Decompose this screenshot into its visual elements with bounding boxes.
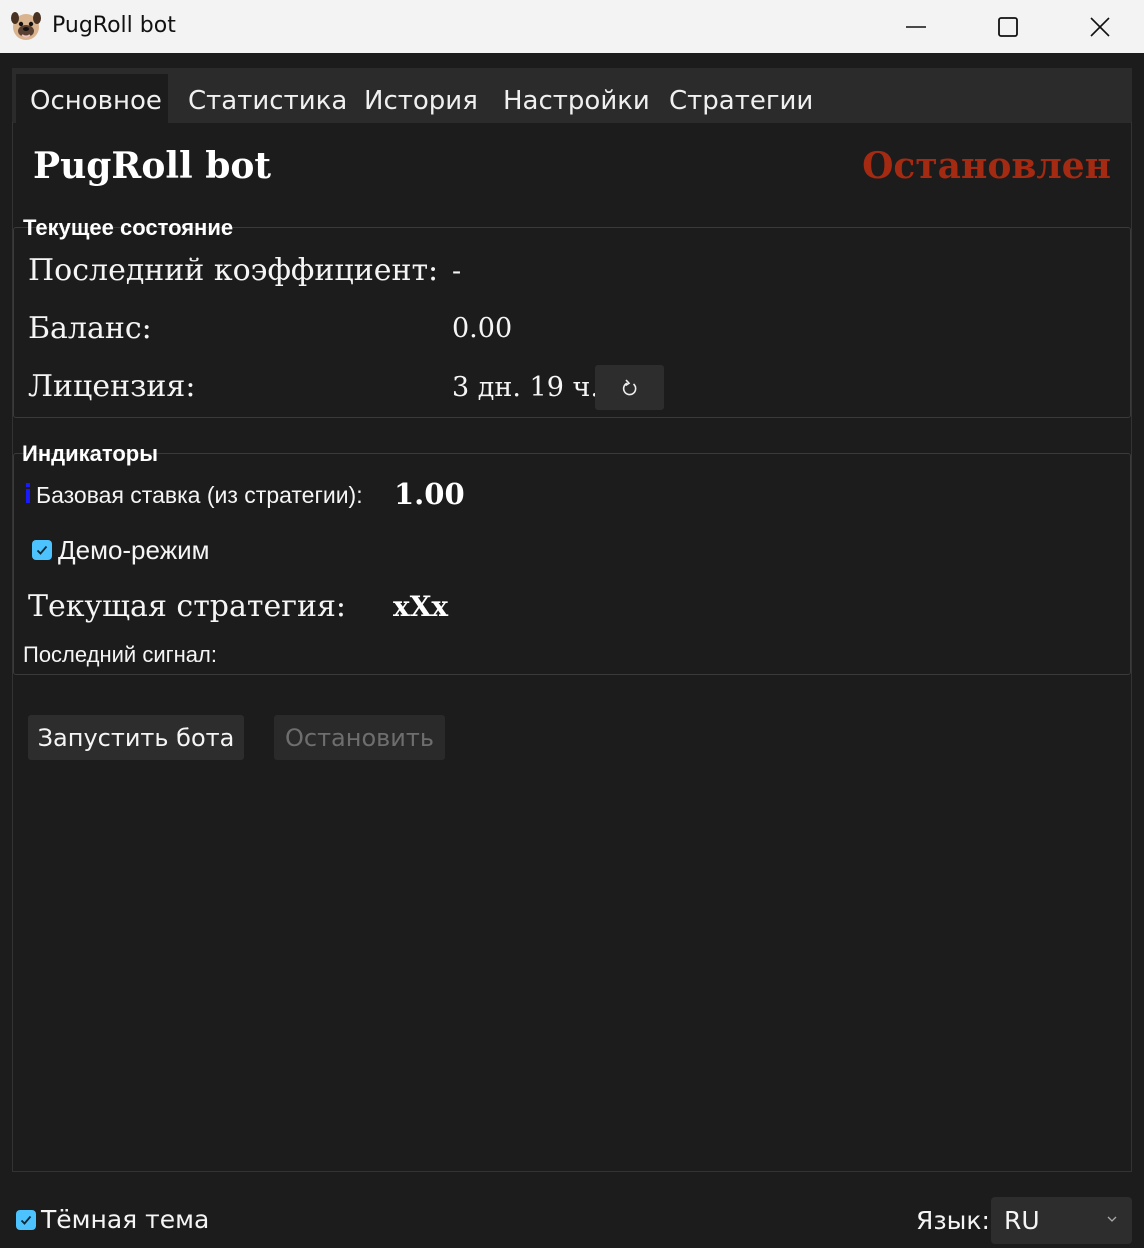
license-value: 3 дн. 19 ч. xyxy=(452,372,599,403)
language-label: Язык: xyxy=(916,1206,990,1235)
dark-theme-label[interactable]: Тёмная тема xyxy=(41,1205,209,1234)
tab-statistics[interactable]: Статистика xyxy=(188,74,347,123)
balance-label: Баланс: xyxy=(28,311,152,346)
tab-settings[interactable]: Настройки xyxy=(503,74,650,123)
chevron-down-icon xyxy=(1107,1216,1117,1222)
last-coef-label: Последний коэффициент: xyxy=(28,253,439,288)
license-label: Лицензия: xyxy=(28,369,196,404)
minimize-icon xyxy=(906,25,926,28)
refresh-icon xyxy=(622,378,636,395)
language-select[interactable]: RU xyxy=(991,1197,1132,1244)
tab-main[interactable]: Основное xyxy=(16,74,168,123)
tab-bar: Основное Статистика История Настройки Ст… xyxy=(12,68,1132,123)
close-button[interactable] xyxy=(1054,0,1144,53)
tab-history[interactable]: История xyxy=(364,74,478,123)
dark-theme-checkbox[interactable] xyxy=(16,1210,36,1230)
start-bot-button[interactable]: Запустить бота xyxy=(28,715,244,760)
demo-mode-label[interactable]: Демо-режим xyxy=(58,535,209,566)
demo-mode-checkbox[interactable] xyxy=(32,540,52,560)
language-selected-value: RU xyxy=(1004,1206,1040,1235)
pug-logo-icon xyxy=(11,12,41,40)
current-strategy-value: xXx xyxy=(393,590,449,623)
indicators-group-label: Индикаторы xyxy=(22,441,158,466)
last-coef-value: - xyxy=(452,256,462,287)
base-bet-label: Базовая ставка (из стратегии): xyxy=(36,482,363,508)
title-bar: PugRoll bot xyxy=(0,0,1144,53)
current-strategy-label: Текущая стратегия: xyxy=(28,589,346,624)
minimize-button[interactable] xyxy=(870,0,962,53)
refresh-license-button[interactable] xyxy=(595,365,664,410)
stop-bot-button[interactable]: Остановить xyxy=(274,715,445,760)
maximize-button[interactable] xyxy=(962,0,1054,53)
last-signal-label: Последний сигнал: xyxy=(23,642,217,667)
info-icon xyxy=(26,483,30,503)
page-title: PugRoll bot xyxy=(33,145,272,187)
balance-value: 0.00 xyxy=(452,313,513,344)
tab-strategies[interactable]: Стратегии xyxy=(669,74,813,123)
base-bet-value: 1.00 xyxy=(394,477,465,511)
checkmark-icon xyxy=(20,1215,32,1225)
window-title: PugRoll bot xyxy=(52,13,176,38)
current-state-group-label: Текущее состояние xyxy=(23,215,234,240)
bot-status-label: Остановлен xyxy=(862,145,1111,187)
close-icon xyxy=(1090,16,1110,37)
maximize-icon xyxy=(998,16,1018,37)
checkmark-icon xyxy=(36,545,48,555)
